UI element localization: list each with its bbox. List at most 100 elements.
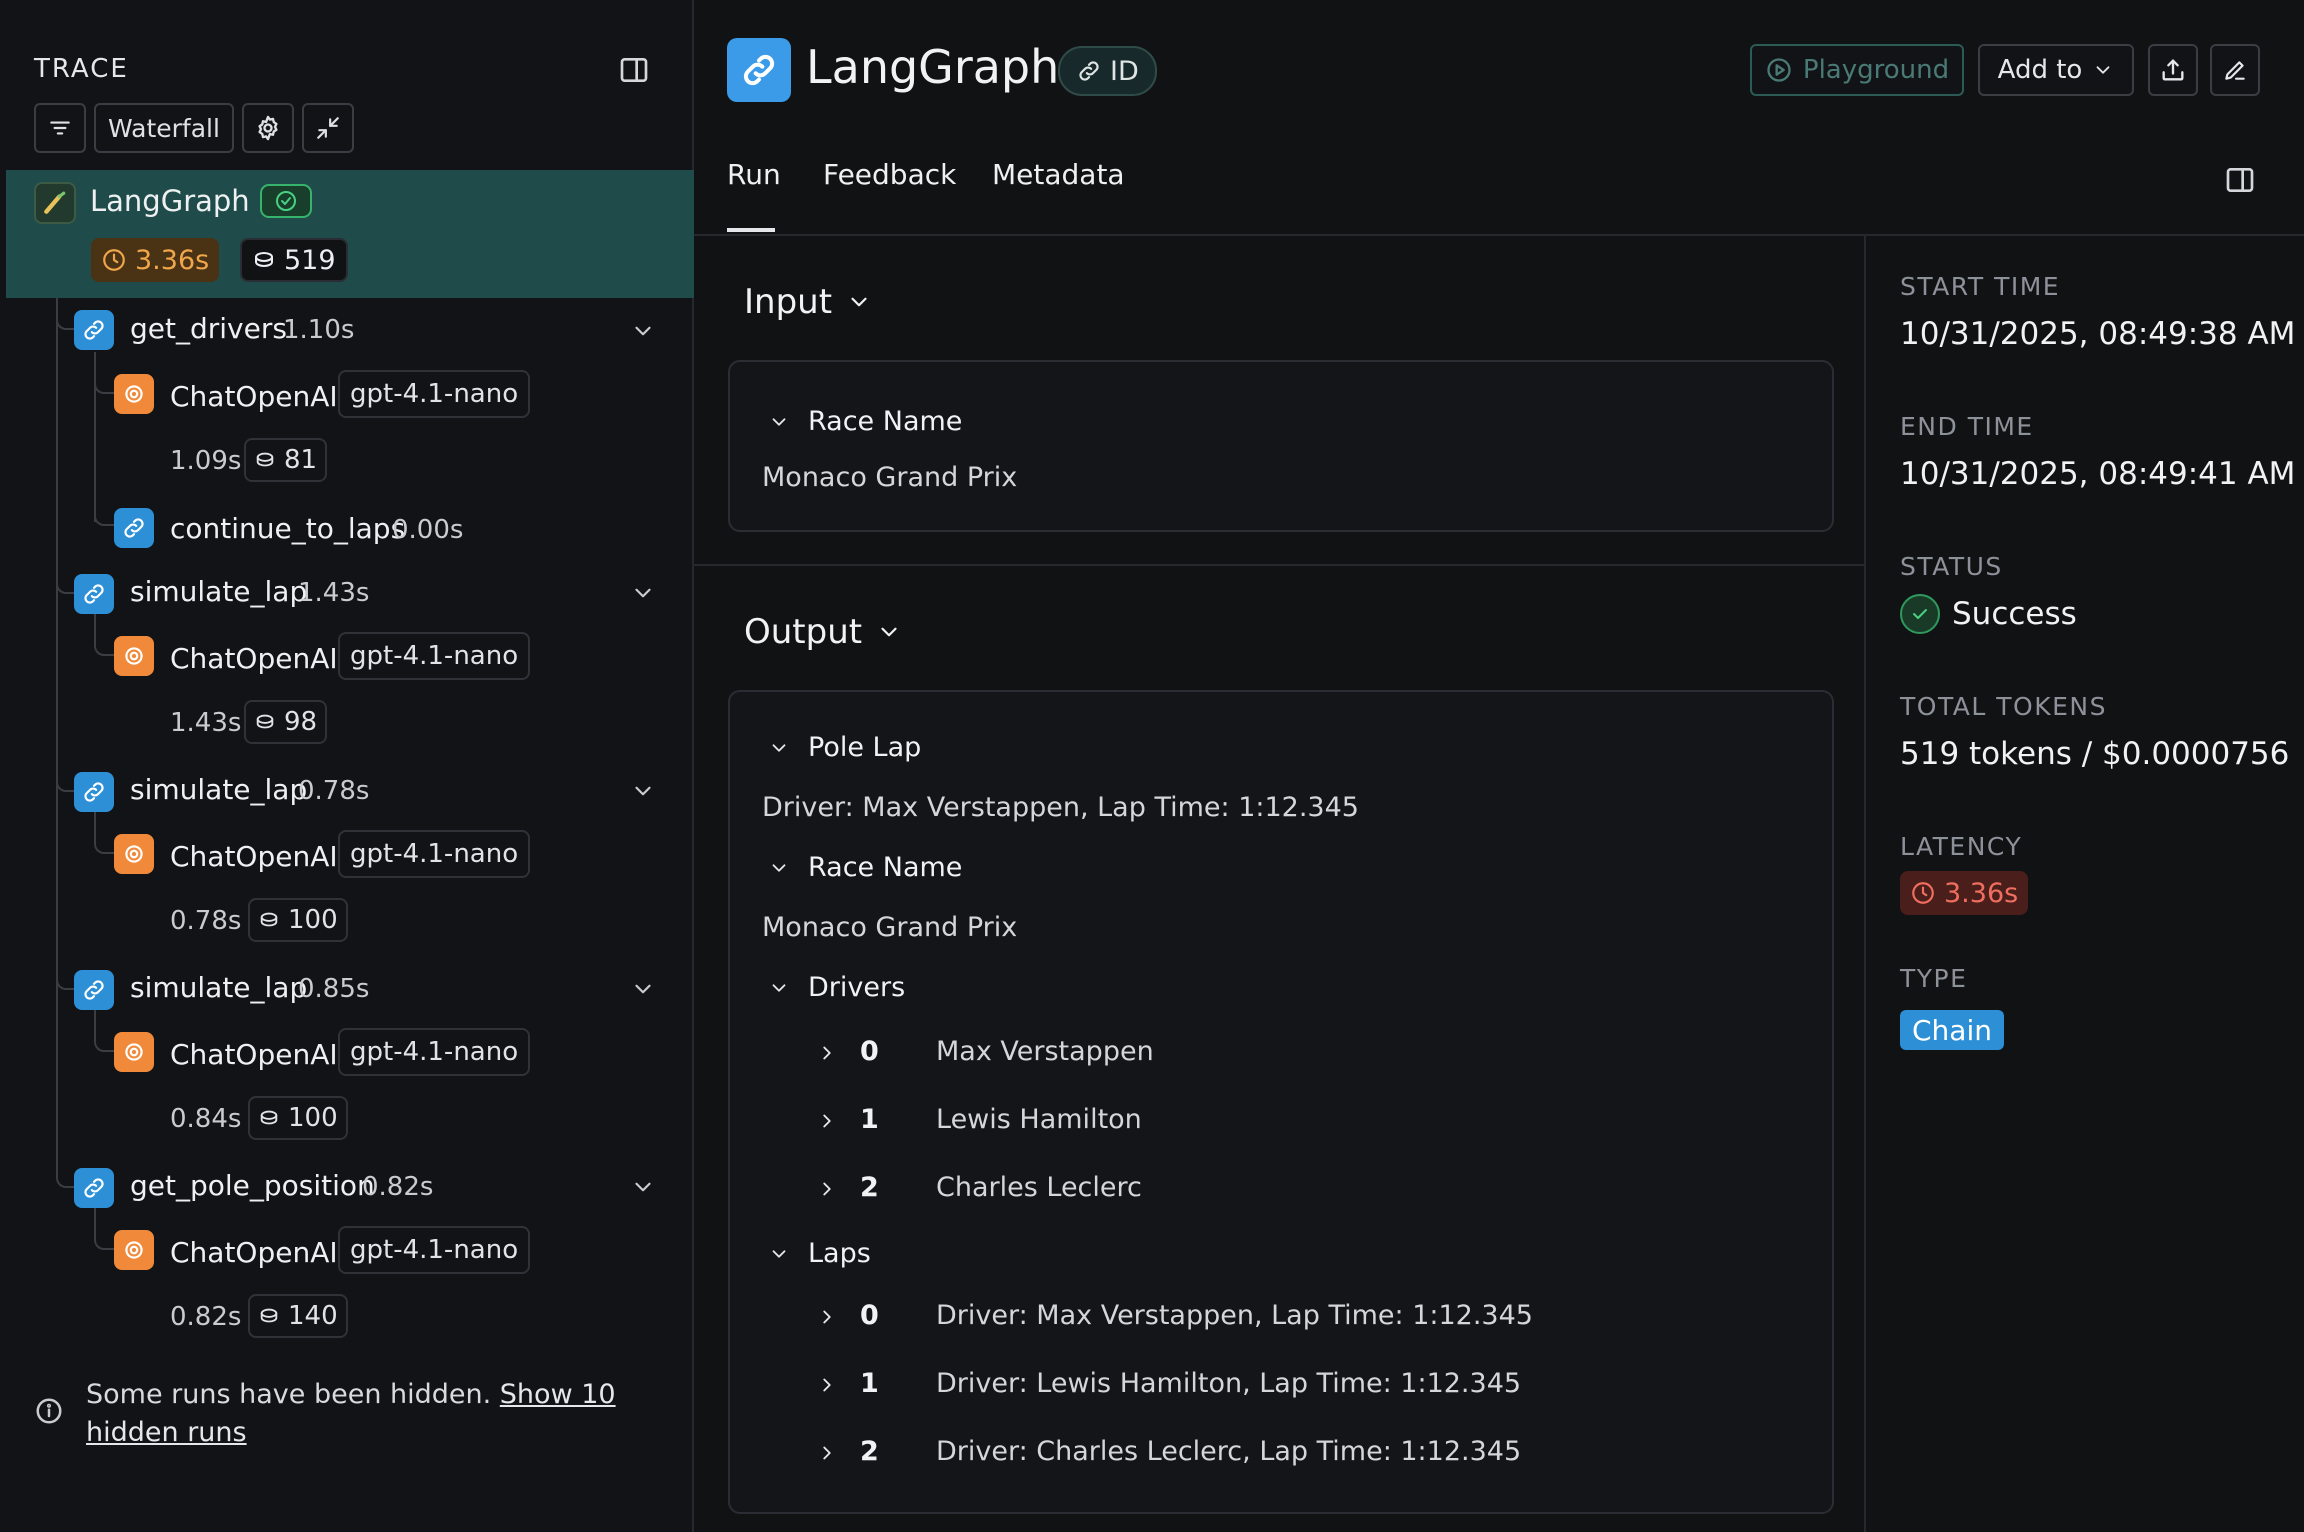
chevron-down-icon[interactable] (630, 580, 656, 606)
race-name-toggle[interactable]: Race Name (768, 852, 962, 883)
input-field-toggle[interactable]: Race Name (768, 406, 962, 437)
input-card: Race Name Monaco Grand Prix (728, 360, 1834, 532)
active-tab-indicator (727, 228, 775, 232)
chevron-down-icon[interactable] (630, 976, 656, 1002)
node-continue-to-laps[interactable]: continue_to_laps (170, 512, 405, 545)
laps-item[interactable]: 1 Driver: Lewis Hamilton, Lap Time: 1:12… (816, 1368, 1776, 1408)
token-badge: 100 (248, 898, 348, 942)
node-time: 0.85s (298, 974, 370, 1004)
node-time: 0.82s (362, 1172, 434, 1202)
node-time: 0.82s (170, 1302, 242, 1332)
id-label: ID (1110, 55, 1139, 87)
node-simulate-lap[interactable]: simulate_lap (130, 773, 307, 806)
chevron-right-icon (823, 1182, 831, 1196)
link-icon (1079, 61, 1099, 81)
node-chatopenai[interactable]: ChatOpenAI (170, 642, 338, 675)
race-name-key: Race Name (808, 852, 963, 883)
model-tag: gpt-4.1-nano (338, 370, 531, 418)
drivers-toggle[interactable]: Drivers (768, 972, 905, 1003)
tab-run[interactable]: Run (727, 158, 781, 191)
node-simulate-lap[interactable]: simulate_lap (130, 575, 307, 608)
clock-icon (103, 249, 125, 271)
token-badge: 140 (248, 1294, 348, 1338)
root-tokens: 519 (284, 244, 336, 276)
node-time: 0.00s (392, 515, 464, 545)
node-chatopenai[interactable]: ChatOpenAI (170, 1236, 338, 1269)
token-count: 140 (288, 1301, 338, 1331)
token-icon (260, 912, 278, 927)
race-name-value: Monaco Grand Prix (762, 912, 1018, 943)
status-value: Success (1900, 594, 2077, 634)
model-tag: gpt-4.1-nano (338, 1226, 531, 1274)
collapse-button[interactable] (302, 103, 354, 153)
openai-icon (114, 1032, 154, 1072)
laps-item[interactable]: 0 Driver: Max Verstappen, Lap Time: 1:12… (816, 1300, 1776, 1340)
clock-icon (1912, 882, 1934, 904)
item-index: 0 (860, 1036, 879, 1067)
token-count: 81 (284, 445, 318, 475)
tab-metadata[interactable]: Metadata (992, 158, 1125, 191)
add-to-button[interactable]: Add to (1978, 44, 2134, 96)
type-label: TYPE (1900, 964, 1968, 993)
drivers-item[interactable]: 0 Max Verstappen (816, 1036, 1716, 1076)
node-chatopenai[interactable]: ChatOpenAI (170, 1038, 338, 1071)
token-count: 100 (288, 1103, 338, 1133)
item-value: Charles Leclerc (936, 1172, 1142, 1203)
node-time: 0.78s (298, 776, 370, 806)
input-field-value: Monaco Grand Prix (762, 462, 1018, 493)
latency-badge: 3.36s (1900, 871, 2029, 915)
chevron-down-icon[interactable] (630, 318, 656, 344)
item-index: 2 (860, 1436, 879, 1467)
panel-toggle-icon[interactable] (618, 54, 650, 86)
token-badge: 100 (248, 1096, 348, 1140)
chevron-down-icon[interactable] (630, 1174, 656, 1200)
output-section-toggle[interactable]: Output (744, 612, 902, 652)
chevron-right-icon (823, 1446, 831, 1460)
root-latency: 3.36s (135, 244, 210, 276)
chain-icon (727, 38, 791, 102)
filter-button[interactable] (34, 103, 86, 153)
drivers-item[interactable]: 2 Charles Leclerc (816, 1172, 1716, 1212)
latency-value: 3.36s (1944, 877, 2019, 909)
tab-feedback[interactable]: Feedback (823, 158, 956, 191)
laps-item[interactable]: 2 Driver: Charles Leclerc, Lap Time: 1:1… (816, 1436, 1776, 1476)
settings-button[interactable] (242, 103, 294, 153)
node-get-drivers[interactable]: get_drivers (130, 312, 287, 345)
status-text: Success (1952, 596, 2077, 632)
chevron-down-icon (881, 627, 897, 637)
chevron-right-icon (823, 1114, 831, 1128)
view-mode-button[interactable]: Waterfall (94, 103, 234, 153)
chevron-down-icon (772, 417, 786, 426)
token-count: 98 (284, 707, 318, 737)
chevron-down-icon (772, 1249, 786, 1258)
chevron-down-icon[interactable] (630, 778, 656, 804)
sidebar-toggle-icon[interactable] (2224, 164, 2256, 196)
play-icon (1767, 58, 1791, 82)
node-time: 1.10s (283, 315, 355, 345)
share-button[interactable] (2148, 44, 2198, 96)
openai-icon (114, 636, 154, 676)
chevron-right-icon (823, 1310, 831, 1324)
token-icon (260, 1110, 278, 1125)
playground-button[interactable]: Playground (1750, 44, 1964, 96)
trace-root-row[interactable]: LangGraph 3.36s 519 (6, 170, 694, 298)
input-section-toggle[interactable]: Input (744, 282, 872, 322)
root-run-name: LangGraph (90, 184, 250, 218)
laps-toggle[interactable]: Laps (768, 1238, 871, 1269)
chain-icon (74, 970, 114, 1010)
node-chatopenai[interactable]: ChatOpenAI (170, 380, 338, 413)
filter-icon (50, 121, 70, 135)
edit-button[interactable] (2210, 44, 2260, 96)
node-chatopenai[interactable]: ChatOpenAI (170, 840, 338, 873)
pole-lap-toggle[interactable]: Pole Lap (768, 732, 921, 763)
model-tag: gpt-4.1-nano (338, 830, 531, 878)
playground-label: Playground (1802, 55, 1950, 85)
node-get-pole-position[interactable]: get_pole_position (130, 1169, 375, 1202)
node-simulate-lap[interactable]: simulate_lap (130, 971, 307, 1004)
input-title: Input (744, 282, 833, 322)
info-icon (34, 1396, 64, 1426)
input-field-key: Race Name (808, 406, 963, 437)
drivers-item[interactable]: 1 Lewis Hamilton (816, 1104, 1716, 1144)
item-index: 0 (860, 1300, 879, 1331)
copy-id-button[interactable]: ID (1058, 46, 1157, 96)
